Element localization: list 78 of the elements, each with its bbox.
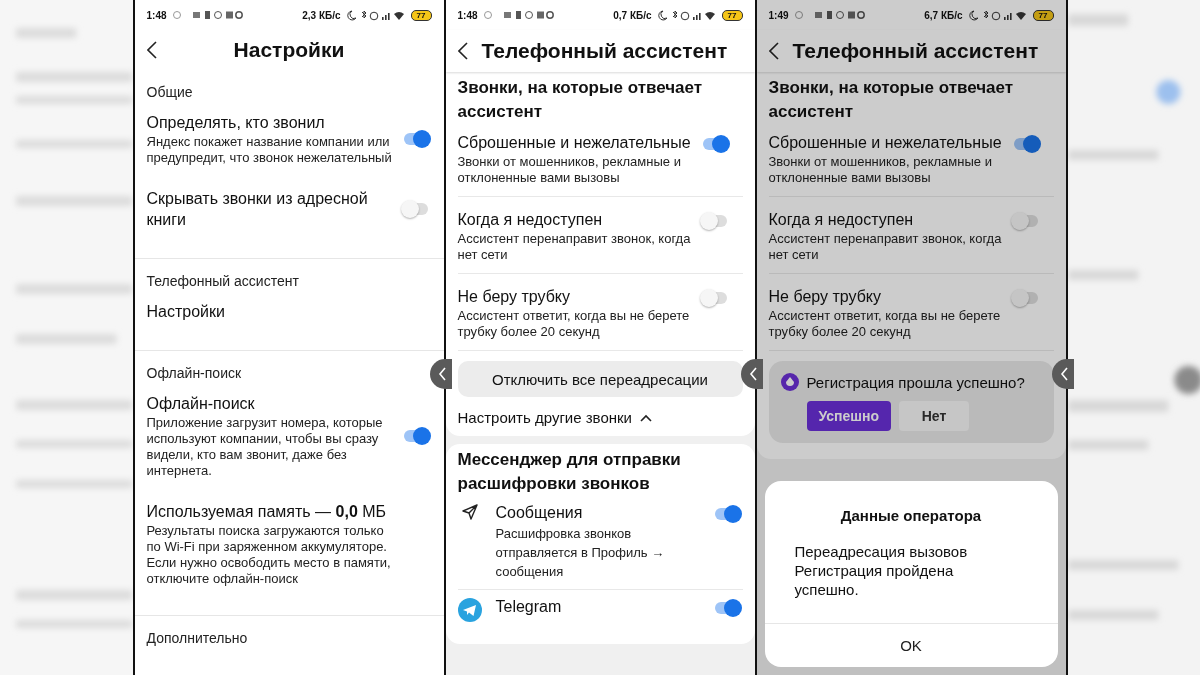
notification-icons-drawing — [172, 10, 243, 20]
answer-button[interactable]: Успешно — [806, 401, 892, 431]
network-speed: 0,7 КБ/с — [613, 9, 652, 21]
toggle-switch[interactable] — [403, 203, 428, 215]
setting-title: Скрывать звонки из адресной книги — [146, 189, 369, 230]
toggle-switch[interactable] — [714, 508, 739, 520]
setting-description: Яндекс покажет название компании или предупредит, что звонок нежелательный — [146, 134, 393, 166]
setting-title: Сброшенные и нежелательные — [768, 133, 1003, 153]
setting-title: Офлайн-поиск — [146, 394, 256, 414]
group-label: Общие — [146, 84, 194, 100]
setting-description: Результаты поиска загружаются только по Wi-Fi при заряженном аккумуляторе. Если нужно освободить место в памяти, отключите офлайн-поиск — [146, 523, 392, 587]
setting-title: Когда я недоступен — [457, 210, 604, 230]
caret-icon[interactable] — [640, 413, 652, 422]
group-label: Офлайн-поиск — [146, 365, 243, 381]
answer-button[interactable]: Нет — [899, 401, 970, 431]
expander-link[interactable]: Настроить другие звонки — [457, 409, 632, 426]
toggle-switch[interactable] — [403, 133, 428, 145]
toggle-switch[interactable] — [1013, 292, 1038, 304]
setting-description: Приложение загрузит номера, которые используют компании, чтобы вы сразу видели, кто вам звонит, даже без интернета. — [146, 415, 384, 479]
messenger-title: Сообщения — [495, 503, 584, 523]
screen-title: Телефонный ассистент — [481, 39, 728, 63]
toggle-switch[interactable] — [702, 138, 727, 150]
network-speed: 2,3 КБ/с — [302, 9, 341, 21]
screen-title: Настройки — [233, 38, 345, 62]
send-icon — [461, 504, 478, 520]
back-icon[interactable] — [457, 42, 468, 60]
setting-title: Когда я недоступен — [768, 210, 915, 230]
dialog-message: Переадресация вызовов — [794, 542, 969, 561]
battery-indicator: 77 — [721, 9, 743, 21]
dialog-message: Регистрация пройдена успешно. — [794, 561, 955, 599]
setting-description: Ассистент перенаправит звонок, когда нет сети — [768, 231, 1003, 263]
settings-link[interactable]: Настройки — [146, 301, 225, 322]
memory-usage: Используемая память — 0,0 МБ — [146, 502, 388, 522]
prompt-question: Регистрация прошла успешно? — [806, 373, 1025, 391]
back-icon[interactable] — [768, 42, 779, 60]
section-heading: Звонки, на которые отвечает ассистент — [457, 77, 704, 123]
status-icons-drawing — [657, 9, 716, 21]
status-time: 1:48 — [146, 9, 167, 21]
assistant-icon — [780, 373, 799, 391]
ok-button[interactable]: OK — [764, 623, 1058, 667]
setting-description: Ассистент ответит, когда вы не берете трубку более 20 секунд — [457, 308, 691, 340]
group-label: Дополнительно — [146, 630, 249, 646]
side-handle-icon[interactable] — [429, 359, 452, 389]
network-speed: 6,7 КБ/с — [924, 9, 963, 21]
dialog-title: Данные оператора — [839, 506, 983, 526]
setting-title: Сброшенные и нежелательные — [457, 133, 692, 153]
disable-forwarding-button[interactable]: Отключить все переадресации — [457, 361, 743, 397]
toggle-switch[interactable] — [702, 292, 727, 304]
toggle-switch[interactable] — [702, 215, 727, 227]
setting-description: Ассистент перенаправит звонок, когда нет сети — [457, 231, 692, 263]
back-icon[interactable] — [146, 41, 157, 59]
toggle-switch[interactable] — [403, 430, 428, 442]
notification-icons-drawing — [794, 10, 865, 20]
setting-title: Не беру трубку — [768, 287, 882, 307]
battery-indicator: 77 — [1032, 9, 1054, 21]
setting-description: Звонки от мошенников, рекламные и отклоненные вами вызовы — [457, 154, 682, 186]
notification-icons-drawing — [483, 10, 554, 20]
side-handle-icon[interactable] — [740, 359, 763, 389]
side-handle-icon[interactable] — [1051, 359, 1074, 389]
section-heading: Мессенджер для отправки расшифровки звонков — [457, 449, 682, 495]
paper-plane-icon — [457, 598, 482, 622]
setting-description: Ассистент ответит, когда вы не берете трубку более 20 секунд — [768, 308, 1002, 340]
toggle-switch[interactable] — [1013, 215, 1038, 227]
toggle-switch[interactable] — [714, 602, 739, 614]
battery-indicator: 77 — [410, 9, 432, 21]
section-heading: Звонки, на которые отвечает ассистент — [768, 77, 1015, 123]
status-time: 1:49 — [768, 9, 789, 21]
toggle-switch[interactable] — [1013, 138, 1038, 150]
screen-title: Телефонный ассистент — [792, 39, 1039, 63]
status-icons-drawing — [346, 9, 405, 21]
messenger-title: Telegram — [495, 597, 563, 617]
group-label: Телефонный ассистент — [146, 273, 300, 289]
status-icons-drawing — [968, 9, 1027, 21]
status-time: 1:48 — [457, 9, 478, 21]
setting-title: Определять, кто звонил — [146, 113, 326, 133]
setting-description: Звонки от мошенников, рекламные и отклоненные вами вызовы — [768, 154, 993, 186]
setting-title: Не беру трубку — [457, 287, 571, 307]
setting-description: Расшифровка звонков отправляется в Профиль → сообщения — [495, 525, 666, 581]
